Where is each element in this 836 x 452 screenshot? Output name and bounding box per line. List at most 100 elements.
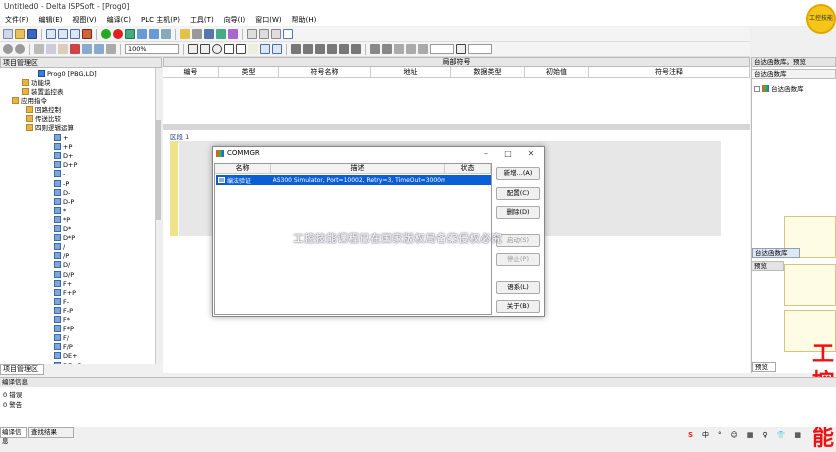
function-item[interactable]: DE+P [54, 361, 81, 364]
emoji-icon[interactable]: ☺ [731, 431, 738, 439]
instruction-icon[interactable] [236, 44, 246, 54]
local-col-6[interactable]: 符号注释 [589, 67, 750, 77]
menu-tools[interactable]: 工具(T) [185, 15, 219, 25]
function-item[interactable]: *P [54, 215, 70, 225]
tree-item[interactable]: 传送比较 [26, 115, 61, 124]
contact-nc-icon[interactable] [200, 44, 210, 54]
function-item[interactable]: F/ [54, 334, 69, 343]
panel-layout-icon[interactable] [70, 29, 80, 39]
config-button[interactable]: 配置(C) [496, 187, 540, 200]
local-col-0[interactable]: 编号 [163, 67, 219, 77]
function-item[interactable]: + [54, 134, 68, 143]
vline-icon[interactable] [339, 44, 349, 54]
col-name[interactable]: 名称 [215, 164, 271, 173]
dropdown-b[interactable] [468, 44, 492, 54]
maximize-icon[interactable]: □ [497, 147, 519, 160]
menu-compile[interactable]: 编译(C) [102, 15, 136, 25]
tree-item[interactable]: 应用指令 [12, 97, 47, 106]
function-item[interactable]: D/P [54, 270, 74, 280]
preview-tab[interactable]: 预览 [752, 362, 776, 372]
zoom-in-icon[interactable] [15, 44, 25, 54]
tree-item[interactable]: 回路控制 [26, 106, 61, 115]
monitor-icon[interactable] [161, 29, 171, 39]
comment-icon[interactable] [248, 44, 258, 54]
tree-item[interactable]: 功能块 [22, 79, 51, 88]
function-item[interactable]: F/P [54, 343, 73, 352]
tree-item[interactable]: 装置监控表 [22, 88, 64, 97]
save-icon[interactable] [27, 29, 37, 39]
local-symbols-table[interactable] [163, 78, 750, 124]
tree-item[interactable]: Prog0 [PBG,LD] [38, 70, 97, 79]
download-icon[interactable] [149, 29, 159, 39]
zoom-out-icon[interactable] [3, 44, 13, 54]
project-scrollbar-thumb[interactable] [156, 120, 161, 220]
function-item[interactable]: - [54, 170, 65, 179]
function-block-icon[interactable] [224, 44, 234, 54]
function-item[interactable]: D- [54, 188, 70, 198]
contact-no-icon[interactable] [188, 44, 198, 54]
text-icon[interactable] [406, 44, 416, 54]
library-tree-item[interactable]: 台达函数库 [754, 83, 804, 93]
keyboard-icon[interactable]: ▦ [747, 431, 754, 439]
cut-icon[interactable] [34, 44, 44, 54]
local-col-4[interactable]: 数据类型 [451, 67, 525, 77]
paste-icon[interactable] [58, 44, 68, 54]
help-icon[interactable] [283, 29, 293, 39]
driver-row[interactable]: 编法验证 AS300 Simulator, Port=10002, Retry=… [216, 175, 491, 185]
function-item[interactable]: /P [54, 252, 69, 261]
sheet-icon[interactable] [271, 29, 281, 39]
delete-icon[interactable] [70, 44, 80, 54]
project-panel-tab[interactable]: 项目管理区 [0, 364, 44, 375]
stop-icon[interactable] [113, 29, 123, 39]
function-item[interactable]: F-P [54, 306, 73, 316]
local-col-2[interactable]: 符号名称 [279, 67, 371, 77]
function-item[interactable]: D* [54, 225, 71, 234]
wizard-icon[interactable] [228, 29, 238, 39]
menu-edit[interactable]: 编辑(E) [34, 15, 68, 25]
grid-icon[interactable] [247, 29, 257, 39]
comm-icon[interactable] [180, 29, 190, 39]
new-button[interactable]: 新增...(A) [496, 167, 540, 180]
function-item[interactable]: F+ [54, 279, 72, 289]
menu-plc[interactable]: PLC 主机(P) [136, 15, 185, 25]
menu-file[interactable]: 文件(F) [0, 15, 34, 25]
local-col-1[interactable]: 类型 [219, 67, 279, 77]
hline-icon[interactable] [351, 44, 361, 54]
move-up-icon[interactable] [370, 44, 380, 54]
function-item[interactable]: * [54, 206, 66, 216]
function-item[interactable]: F- [54, 297, 69, 307]
device-icon[interactable] [204, 29, 214, 39]
function-item[interactable]: -P [54, 179, 69, 189]
function-item[interactable]: / [54, 243, 65, 252]
function-item[interactable]: D+ [54, 152, 73, 161]
menu-window[interactable]: 窗口(W) [250, 15, 286, 25]
online-icon[interactable] [125, 29, 135, 39]
settings-icon[interactable] [192, 29, 202, 39]
compile-tab[interactable]: 编译信息 [0, 427, 27, 445]
col-desc[interactable]: 描述 [271, 164, 445, 173]
skin-icon[interactable]: 👕 [777, 431, 786, 439]
line-icon[interactable] [327, 44, 337, 54]
move-down-icon[interactable] [382, 44, 392, 54]
minimize-icon[interactable]: – [475, 147, 497, 160]
function-item[interactable]: +P [54, 143, 72, 152]
upload-icon[interactable] [137, 29, 147, 39]
expand-icon[interactable] [754, 86, 760, 92]
function-item[interactable]: F*P [54, 325, 74, 334]
delete-button[interactable]: 删除(D) [496, 206, 540, 219]
grid-menu-icon[interactable]: ▦ [794, 431, 801, 439]
select-icon[interactable] [394, 44, 404, 54]
function-item[interactable]: D/ [54, 261, 70, 270]
function-item[interactable]: D+P [54, 161, 77, 170]
network-icon[interactable] [216, 29, 226, 39]
dropdown-a[interactable] [430, 44, 454, 54]
local-col-3[interactable]: 地址 [371, 67, 451, 77]
search-results-tab[interactable]: 查找结果 [28, 427, 74, 438]
split-layout-icon[interactable] [58, 29, 68, 39]
table-icon[interactable] [259, 29, 269, 39]
list-view-icon[interactable] [272, 44, 282, 54]
function-item[interactable]: F* [54, 316, 70, 325]
library-tab[interactable]: 台达函数库 [752, 248, 800, 258]
rung-insert-icon[interactable] [291, 44, 301, 54]
local-col-5[interactable]: 初始值 [525, 67, 589, 77]
